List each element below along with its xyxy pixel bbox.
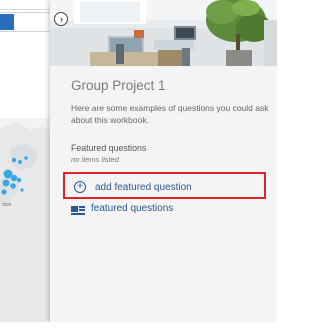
featured-questions-empty-text: no items listed [71, 155, 119, 164]
workbook-map[interactable]: ston [0, 118, 52, 322]
app-window: ston › Group Project 1 Here are some exa… [0, 0, 277, 328]
highlight-annotation-box [63, 172, 266, 199]
panel-header-photo: › [50, 0, 277, 66]
panel-description: Here are some examples of questions you … [71, 103, 269, 125]
workbook-field-marker [0, 14, 14, 30]
window-bottom-edge [0, 322, 277, 328]
workbook-top-bar [0, 0, 52, 10]
questions-panel: › Group Project 1 Here are some examples… [50, 0, 277, 322]
featured-questions-link[interactable]: featured questions [71, 201, 173, 215]
featured-questions-heading: Featured questions [71, 143, 147, 153]
panel-title: Group Project 1 [71, 78, 166, 93]
featured-questions-icon [71, 203, 85, 215]
workbook-background: ston [0, 0, 52, 322]
map-label: ston [2, 202, 12, 208]
featured-questions-link-label: featured questions [91, 202, 174, 214]
chevron-right-circle-icon[interactable]: › [54, 12, 68, 26]
